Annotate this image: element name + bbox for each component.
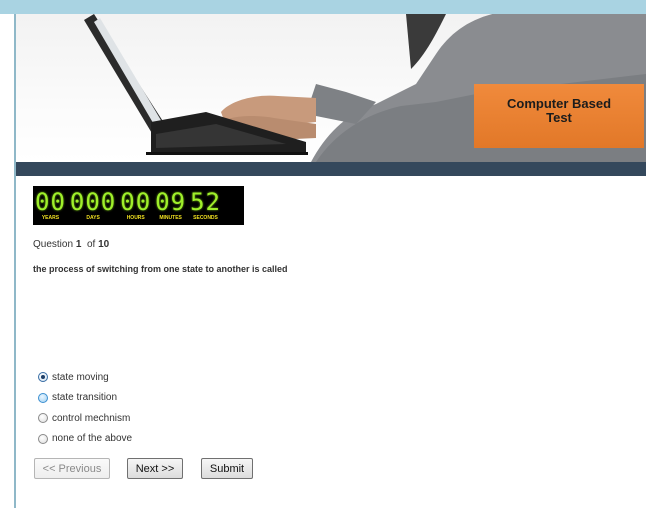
- header-divider-band: [16, 162, 646, 176]
- timer-seconds-label: SECONDS: [193, 215, 218, 221]
- timer-days-label: DAYS: [86, 215, 100, 221]
- submit-button[interactable]: Submit: [201, 458, 253, 479]
- timer-days-value: 000: [69, 188, 117, 216]
- cbt-title-label: Computer Based Test: [474, 84, 644, 148]
- timer-days: 000 DAYS: [70, 189, 116, 225]
- answer-option-label: state transition: [52, 392, 118, 404]
- answer-option[interactable]: control mechnism: [38, 408, 132, 429]
- timer-seconds-value: 52: [190, 188, 221, 216]
- question-total: 10: [98, 239, 110, 250]
- answer-option-label: state moving: [52, 371, 109, 383]
- timer-seconds: 52 SECONDS: [190, 189, 221, 225]
- timer-years-value: 00: [35, 188, 66, 216]
- answer-option[interactable]: none of the above: [38, 429, 132, 450]
- timer-minutes-label: MINUTES: [159, 215, 182, 221]
- answer-option[interactable]: state transition: [38, 388, 132, 409]
- answer-options: state moving state transition control me…: [38, 367, 132, 449]
- timer-hours-value: 00: [120, 188, 152, 216]
- answer-option-label: control mechnism: [52, 412, 131, 424]
- answer-option[interactable]: state moving: [38, 367, 132, 388]
- timer-minutes-value: 09: [155, 188, 187, 216]
- countdown-timer: 00 YEARS 000 DAYS 00 HOURS 09 MINUTES 52…: [33, 186, 244, 225]
- question-text: the process of switching from one state …: [33, 264, 288, 274]
- question-counter-prefix: Question: [33, 239, 74, 250]
- next-button[interactable]: Next >>: [127, 458, 183, 479]
- question-counter-of: of: [86, 239, 96, 250]
- question-counter: Question 1 of 10: [33, 239, 109, 250]
- question-number: 1: [75, 239, 82, 250]
- timer-minutes: 09 MINUTES: [155, 189, 186, 225]
- answer-option-label: none of the above: [52, 433, 133, 445]
- timer-hours: 00 HOURS: [120, 189, 151, 225]
- previous-button[interactable]: << Previous: [34, 458, 110, 479]
- timer-years-label: YEARS: [41, 215, 60, 221]
- header-banner: Computer Based Test: [16, 14, 646, 162]
- radio-button[interactable]: [38, 413, 48, 424]
- radio-button[interactable]: [38, 392, 48, 403]
- top-strip: [0, 0, 646, 14]
- radio-button-checked[interactable]: [38, 372, 48, 383]
- radio-button[interactable]: [38, 433, 48, 444]
- timer-hours-label: HOURS: [126, 215, 145, 221]
- timer-years: 00 YEARS: [35, 189, 66, 225]
- cbt-title-line2: Test: [546, 110, 572, 125]
- cbt-title-line1: Computer Based: [506, 96, 612, 111]
